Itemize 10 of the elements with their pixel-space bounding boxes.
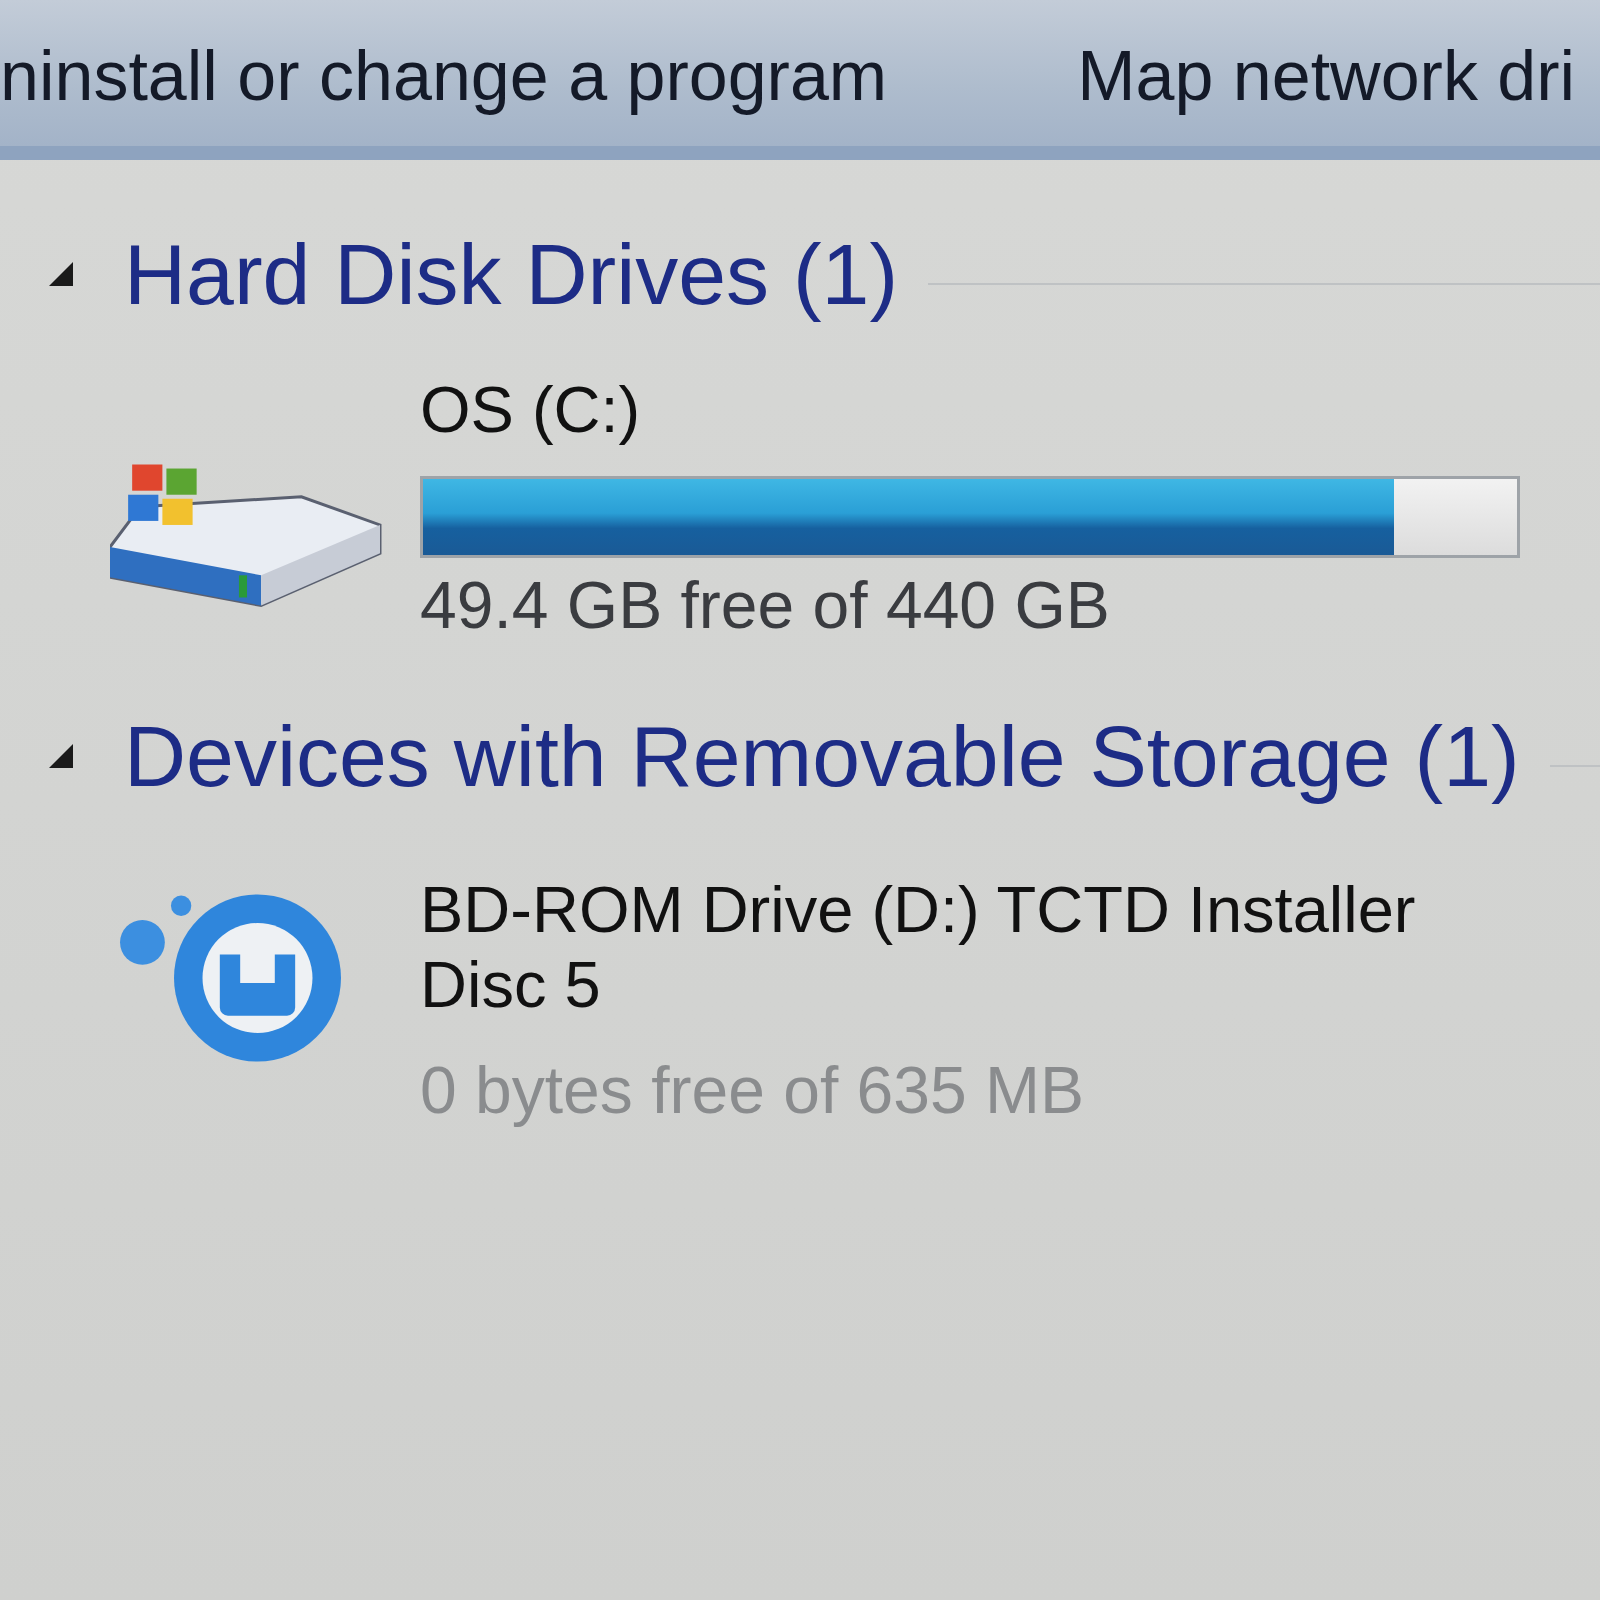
free-space-text: 49.4 GB free of 440 GB bbox=[420, 568, 1111, 644]
group-header[interactable]: Devices with Removable Storage (1) bbox=[124, 707, 1520, 805]
toolbar-button[interactable]: Map network dri bbox=[1077, 36, 1576, 117]
free-space-text: 0 bytes free of 635 MB bbox=[420, 1052, 1086, 1129]
expanded-triangle-icon bbox=[49, 744, 73, 769]
drive-name[interactable]: OS (C:) bbox=[420, 373, 1480, 449]
expanded-triangle-icon bbox=[49, 262, 73, 287]
toolbar-button[interactable]: ninstall or change a program bbox=[0, 36, 888, 117]
group-header[interactable]: Hard Disk Drives (1) bbox=[124, 226, 899, 323]
drive-name[interactable]: BD-ROM Drive (D:) TCTD Installer Disc 5 bbox=[420, 873, 1480, 1023]
